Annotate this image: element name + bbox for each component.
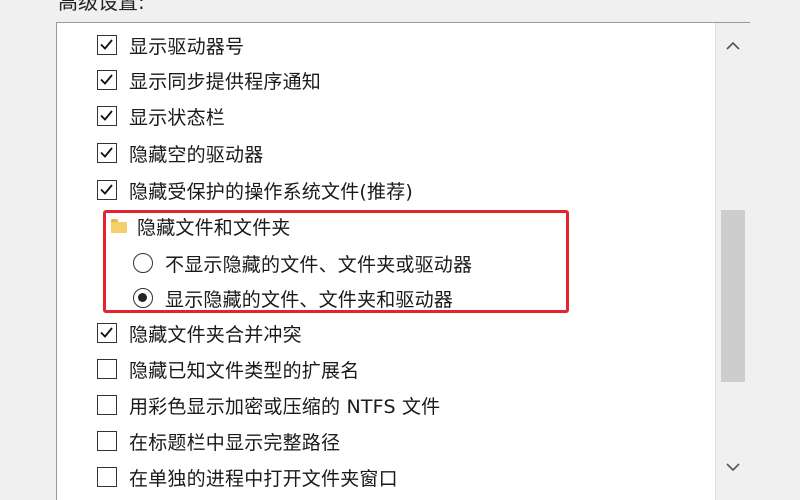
list-item-label: 显示同步提供程序通知 [129, 70, 322, 93]
checkmark-icon [100, 184, 113, 195]
checkmark-icon [100, 110, 113, 121]
list-item-label: 隐藏文件和文件夹 [137, 216, 291, 239]
folder-options-advanced-settings: 高级设置: 显示驱动器号 显示同步提供程序通知 显示状态栏 隐藏空的驱动器 隐藏… [0, 0, 800, 500]
list-item-label: 隐藏空的驱动器 [129, 143, 264, 166]
checkbox[interactable] [97, 323, 117, 343]
list-item-label: 隐藏文件夹合并冲突 [129, 323, 302, 346]
radio-button[interactable] [133, 253, 153, 273]
chevron-up-icon [726, 41, 740, 50]
scroll-thumb[interactable] [721, 210, 745, 382]
checkbox[interactable] [97, 70, 117, 90]
list-item-hide-folder-merge-conflicts[interactable]: 隐藏文件夹合并冲突 [97, 315, 302, 351]
scroll-up-button[interactable] [716, 27, 750, 63]
list-item-show-status-bar[interactable]: 显示状态栏 [97, 98, 225, 134]
list-item-separate-process[interactable]: 在单独的进程中打开文件夹窗口 [97, 459, 398, 495]
list-item-show-sync-notifications[interactable]: 显示同步提供程序通知 [97, 62, 321, 98]
checkbox[interactable] [97, 467, 117, 487]
list-item-label: 在标题栏中显示完整路径 [129, 431, 341, 454]
list-item-hide-empty-drives[interactable]: 隐藏空的驱动器 [97, 135, 263, 171]
checkmark-icon [100, 74, 113, 85]
list-item-show-drive-letters[interactable]: 显示驱动器号 [97, 27, 244, 63]
vertical-scrollbar[interactable] [715, 23, 750, 500]
checkbox[interactable] [97, 359, 117, 379]
checkbox[interactable] [97, 143, 117, 163]
checkmark-icon [100, 39, 113, 50]
checkbox[interactable] [97, 431, 117, 451]
radio-button[interactable] [133, 288, 153, 308]
list-item-label: 在单独的进程中打开文件夹窗口 [129, 467, 398, 490]
checkmark-icon [100, 327, 113, 338]
list-item-label: 用彩色显示加密或压缩的 NTFS 文件 [129, 395, 441, 418]
checkbox[interactable] [97, 395, 117, 415]
checkbox[interactable] [97, 35, 117, 55]
list-item-color-ntfs[interactable]: 用彩色显示加密或压缩的 NTFS 文件 [97, 387, 440, 423]
list-item-hide-extensions[interactable]: 隐藏已知文件类型的扩展名 [97, 351, 359, 387]
scroll-down-button[interactable] [716, 449, 750, 485]
radio-dont-show-hidden[interactable]: 不显示隐藏的文件、文件夹或驱动器 [133, 245, 472, 281]
list-item-label: 显示驱动器号 [129, 35, 245, 58]
checkbox[interactable] [97, 106, 117, 126]
list-item-label: 不显示隐藏的文件、文件夹或驱动器 [165, 253, 473, 276]
list-item-hide-protected-os-files[interactable]: 隐藏受保护的操作系统文件(推荐) [97, 172, 413, 208]
advanced-settings-label: 高级设置: [58, 0, 145, 14]
list-item-hidden-files-folders: 隐藏文件和文件夹 [111, 208, 291, 244]
list-item-label: 显示状态栏 [129, 106, 226, 129]
checkbox[interactable] [97, 180, 117, 200]
folder-icon [111, 219, 127, 233]
list-item-full-path-title[interactable]: 在标题栏中显示完整路径 [97, 423, 340, 459]
checkmark-icon [100, 147, 113, 158]
radio-show-hidden[interactable]: 显示隐藏的文件、文件夹和驱动器 [133, 280, 453, 316]
advanced-settings-list: 显示驱动器号 显示同步提供程序通知 显示状态栏 隐藏空的驱动器 隐藏受保护的操作… [56, 22, 750, 500]
list-item-label: 显示隐藏的文件、文件夹和驱动器 [165, 288, 454, 311]
list-item-label: 隐藏已知文件类型的扩展名 [129, 359, 360, 382]
list-item-label: 隐藏受保护的操作系统文件(推荐) [129, 180, 414, 203]
chevron-down-icon [726, 462, 740, 471]
